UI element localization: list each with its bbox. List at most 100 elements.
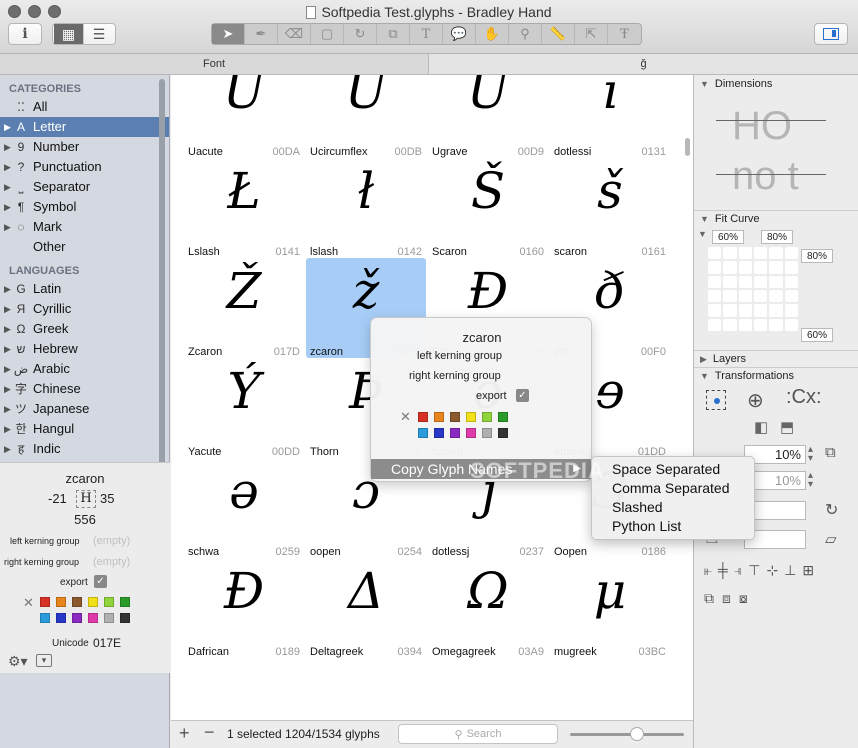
sidebar-item-language[interactable]: ▶ G Latin (0, 279, 169, 299)
color-swatch[interactable] (450, 412, 460, 422)
primitive-tool-icon[interactable]: ⇱ (575, 24, 608, 44)
fit-curve-field-2[interactable]: 80% (761, 230, 793, 244)
dimensions-section-header[interactable]: ▼ Dimensions (694, 76, 858, 92)
align-bottom-icon[interactable]: ⊥ (784, 562, 796, 579)
glyph-cell[interactable]: Ú Uacute 00DA (184, 75, 304, 158)
glyph-cell[interactable]: Ù Ugrave 00D9 (428, 75, 548, 158)
fit-curve-cell[interactable] (723, 318, 737, 331)
export-checkbox[interactable]: ✓ (94, 575, 107, 588)
disclosure-triangle-icon[interactable]: ▶ (0, 319, 12, 339)
remove-glyph-button[interactable]: − (204, 722, 215, 743)
menu-item-python-list[interactable]: Python List (592, 517, 754, 536)
glyph-cell[interactable]: š scaron 0161 (550, 158, 670, 258)
disclosure-triangle-icon[interactable]: ▶ (0, 157, 12, 177)
color-swatch[interactable] (434, 412, 444, 422)
unicode-field[interactable]: 017E (93, 636, 121, 650)
rotate-tool-icon[interactable]: ↻ (344, 24, 377, 44)
disclosure-triangle-icon[interactable]: ▶ (0, 217, 12, 237)
color-swatch[interactable] (88, 597, 98, 607)
sidebar-item-category[interactable]: ▶ A Letter (0, 117, 169, 137)
menu-item-slashed[interactable]: Slashed (592, 498, 754, 517)
sidebar-item-language[interactable]: ▶ 字 Chinese (0, 379, 169, 399)
fit-curve-cell[interactable] (708, 289, 722, 303)
fit-curve-cell[interactable] (738, 247, 752, 260)
color-swatch[interactable] (450, 428, 460, 438)
zoom-slider-knob[interactable] (630, 727, 644, 741)
glyph-cell[interactable]: Ł Lslash 0141 (184, 158, 304, 258)
disclosure-triangle-icon[interactable]: ▶ (0, 419, 12, 439)
fit-curve-cell[interactable] (769, 261, 783, 274)
color-swatch[interactable] (104, 613, 114, 623)
glyph-cell[interactable]: Ω Omegagreek 03A9 (428, 558, 548, 658)
color-swatch[interactable] (418, 412, 428, 422)
filter-menu-icon[interactable]: ▾ (36, 654, 52, 667)
fit-curve-cell[interactable] (723, 304, 737, 317)
fit-curve-cell[interactable] (753, 318, 768, 331)
pen-tool-icon[interactable]: ✒ (245, 24, 278, 44)
fit-curve-cell[interactable] (753, 275, 768, 288)
layers-section-header[interactable]: ▶ Layers (694, 351, 858, 367)
zoom-tool-icon[interactable]: ⚲ (509, 24, 542, 44)
union-icon[interactable]: ⧉ (704, 590, 714, 607)
glyph-cell[interactable]: Ž Zcaron 017D (184, 258, 304, 358)
transformations-section-header[interactable]: ▼ Transformations (694, 368, 858, 384)
disclosure-triangle-icon[interactable]: ▶ (0, 299, 12, 319)
fit-curve-cell[interactable] (708, 275, 722, 288)
color-swatch[interactable] (498, 428, 508, 438)
info-button[interactable]: i (8, 23, 42, 45)
color-swatch[interactable] (120, 613, 130, 623)
fit-curve-cell[interactable] (723, 289, 737, 303)
glyph-cell[interactable]: Û Ucircumflex 00DB (306, 75, 426, 158)
fit-curve-cell[interactable] (723, 275, 737, 288)
color-swatch[interactable] (466, 412, 476, 422)
disclosure-triangle-icon[interactable]: ▶ (0, 439, 12, 459)
disclosure-triangle-icon[interactable]: ▶ (0, 117, 12, 137)
color-swatch[interactable] (482, 428, 492, 438)
glyph-cell[interactable]: Δ Deltagreek 0394 (306, 558, 426, 658)
rectangle-tool-icon[interactable]: ▢ (311, 24, 344, 44)
sidebar-item-category[interactable]: ▶ ⎵ Separator (0, 177, 169, 197)
disclosure-triangle-icon[interactable]: ▶ (0, 359, 12, 379)
align-middle-icon[interactable]: ⊹ (766, 562, 778, 579)
sidebar-item-category[interactable]: Other (0, 237, 169, 257)
fit-curve-cell[interactable] (753, 247, 768, 260)
color-swatch[interactable] (56, 597, 66, 607)
sidebar-item-category[interactable]: ▶ ¶ Symbol (0, 197, 169, 217)
right-kerning-field[interactable]: (empty) (93, 556, 130, 568)
fit-curve-cell[interactable] (784, 247, 798, 260)
fit-curve-cell[interactable] (723, 247, 737, 260)
fit-curve-cell[interactable] (784, 318, 798, 331)
fit-curve-cell[interactable] (784, 261, 798, 274)
origin-selector-icon[interactable] (706, 390, 726, 410)
color-swatch[interactable] (72, 613, 82, 623)
disclosure-triangle-icon[interactable]: ▶ (0, 197, 12, 217)
color-swatch[interactable] (40, 597, 50, 607)
fit-curve-cell[interactable] (769, 289, 783, 303)
disclosure-triangle-icon[interactable]: ▶ (0, 279, 12, 299)
color-swatch[interactable] (88, 613, 98, 623)
scale-stepper[interactable]: ▴ ▾ (808, 445, 813, 464)
tab-glyph[interactable]: ğ (429, 54, 858, 74)
color-swatch[interactable] (72, 597, 82, 607)
disclosure-triangle-icon[interactable]: ▶ (0, 339, 12, 359)
glyph-name-field[interactable]: zcaron (0, 471, 170, 486)
align-right-icon[interactable]: ⫣ (734, 562, 742, 579)
disclosure-triangle-icon[interactable]: ▶ (0, 399, 12, 419)
rsb-field[interactable]: 35 (100, 491, 114, 506)
grid-view-button[interactable]: ▦ (54, 24, 84, 44)
fit-curve-cell[interactable] (784, 275, 798, 288)
intersect-icon[interactable]: ⧇ (739, 590, 748, 607)
zoom-slider[interactable] (570, 733, 684, 736)
subtract-icon[interactable]: ⧈ (722, 590, 731, 607)
scale-tool-icon[interactable]: ⧉ (377, 24, 410, 44)
align-left-icon[interactable]: ⫦ (704, 562, 712, 579)
sidebar-toggle-button[interactable] (814, 23, 848, 45)
annotation-tool-icon[interactable]: 💬 (443, 24, 476, 44)
hand-tool-icon[interactable]: ✋ (476, 24, 509, 44)
add-glyph-button[interactable]: + (179, 723, 190, 744)
lsb-field[interactable]: -21 (48, 491, 67, 506)
fit-curve-cell[interactable] (708, 261, 722, 274)
fit-curve-field-4[interactable]: 60% (801, 328, 833, 342)
fit-curve-field-1[interactable]: 60% (712, 230, 744, 244)
left-kerning-field[interactable]: (empty) (93, 535, 130, 547)
